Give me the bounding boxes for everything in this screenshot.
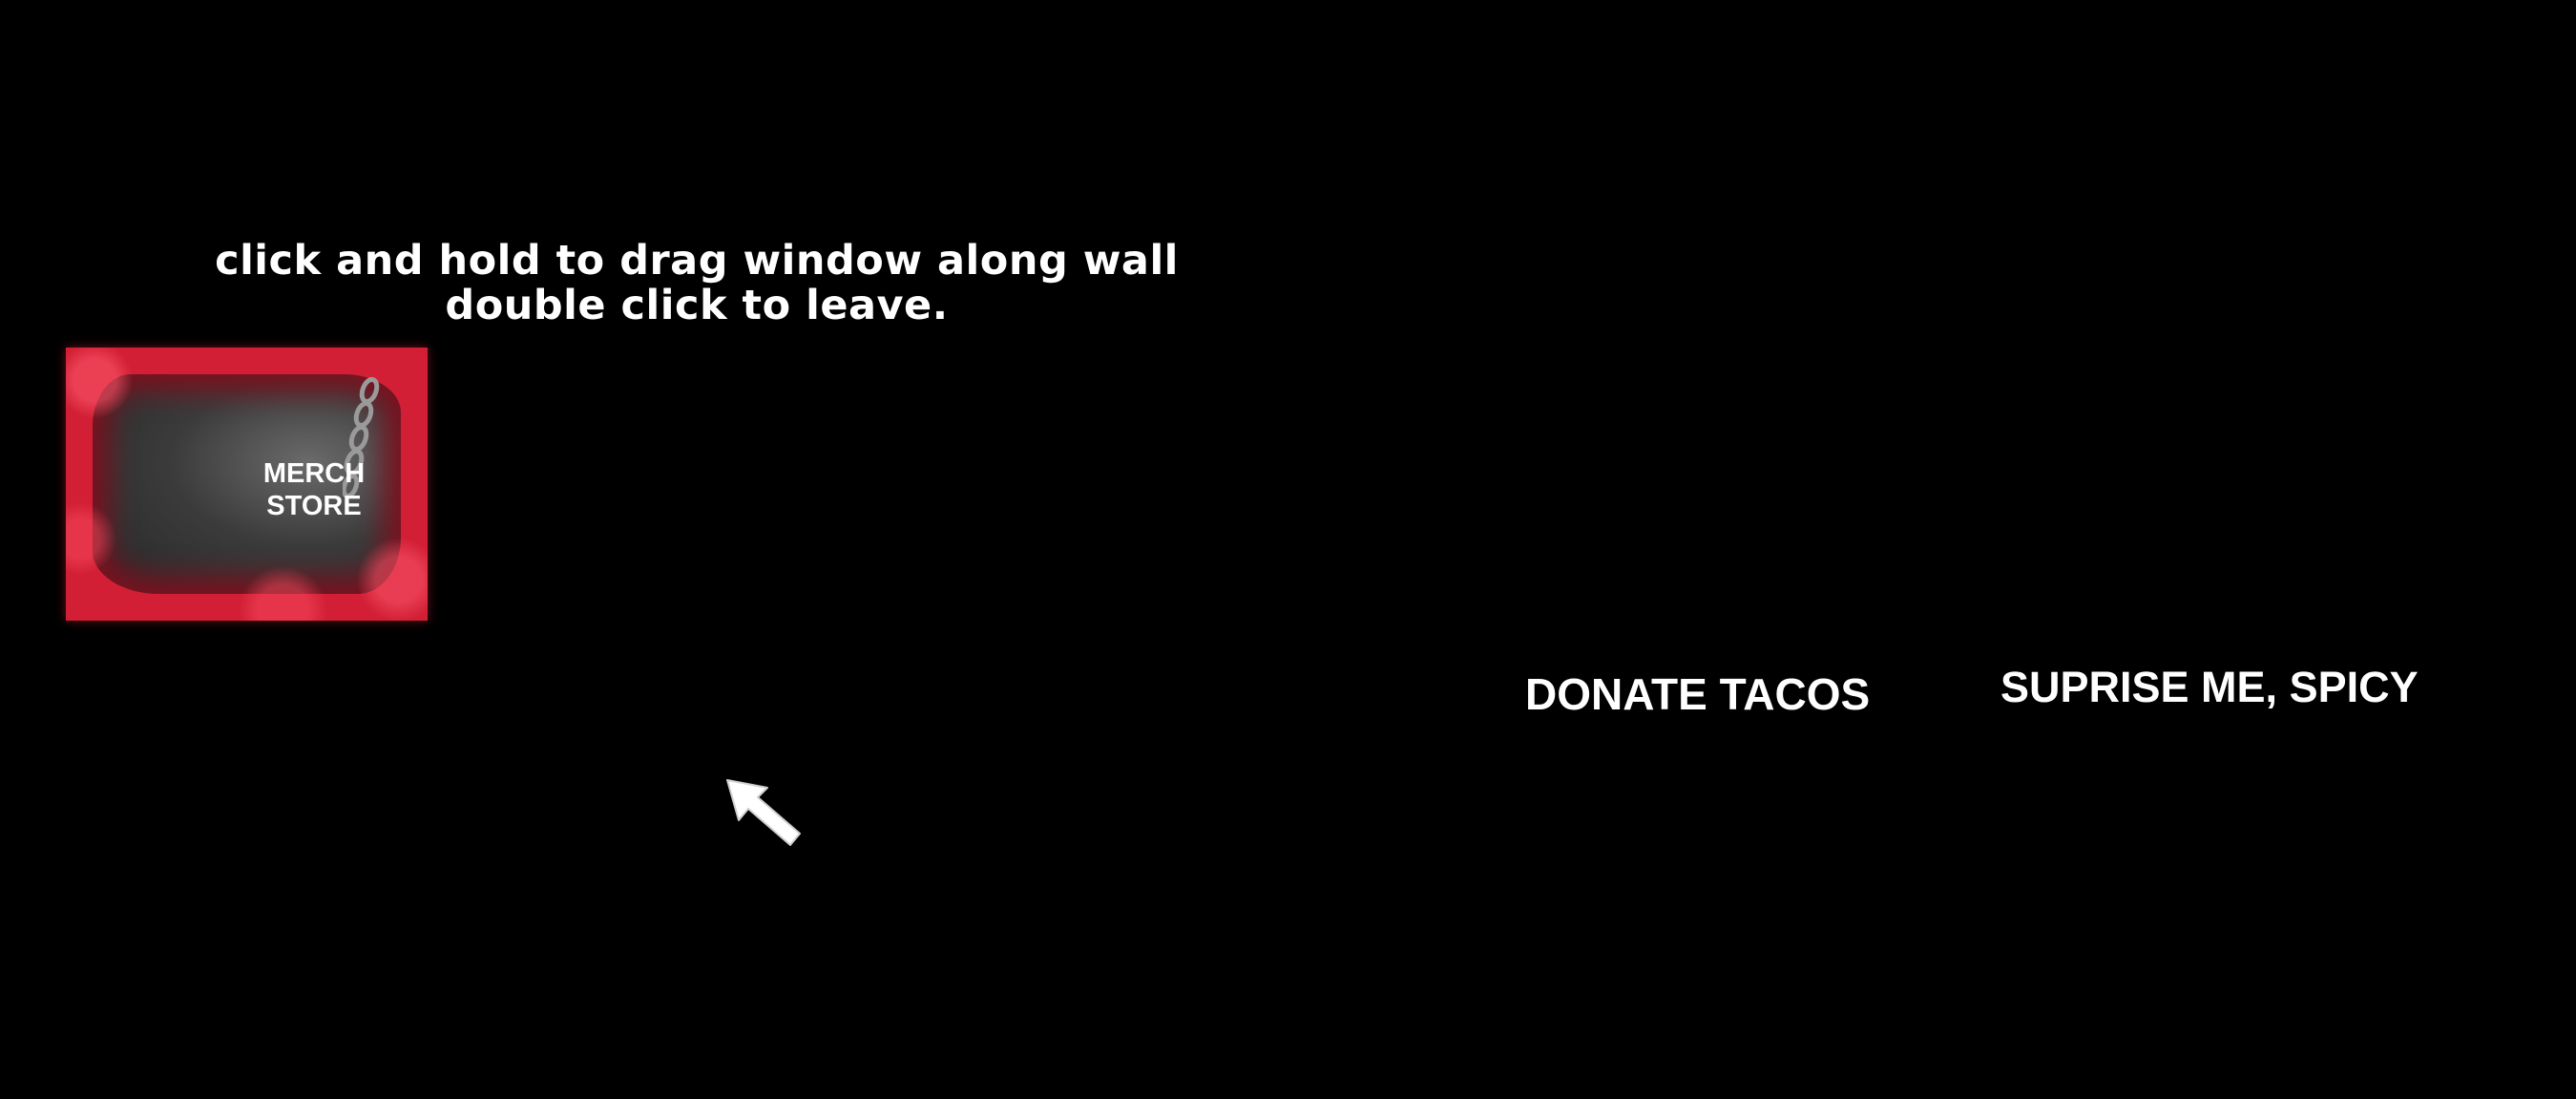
merch-store-window[interactable]: MERCH STORE	[66, 348, 428, 621]
instructions-text: click and hold to drag window along wall…	[186, 239, 1207, 328]
instructions-line-2: double click to leave.	[445, 282, 949, 329]
merch-store-label-line-2: STORE	[266, 491, 362, 521]
surprise-me-spicy-link[interactable]: SUPRISE ME, SPICY	[2000, 663, 2419, 712]
instructions-line-1: click and hold to drag window along wall	[215, 237, 1179, 285]
donate-tacos-link[interactable]: DONATE TACOS	[1525, 668, 1870, 720]
merch-store-label: MERCH STORE	[171, 457, 428, 522]
merch-store-label-line-1: MERCH	[262, 458, 366, 489]
arrow-cursor-icon	[726, 779, 801, 846]
